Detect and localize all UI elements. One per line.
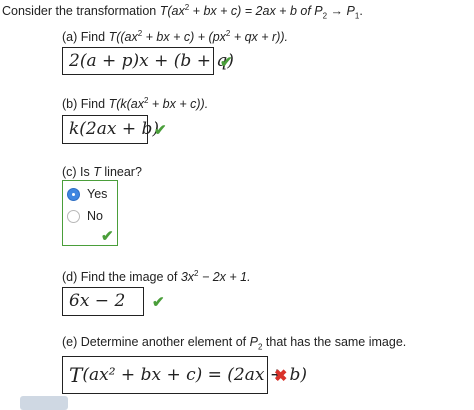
part-d-question: (d) Find the image of 3x2 − 2x + 1. — [62, 268, 251, 284]
submit-button[interactable] — [20, 396, 68, 410]
radio-option-yes[interactable]: Yes — [67, 187, 107, 201]
problem-statement: Consider the transformation T(ax2 + bx +… — [2, 2, 363, 21]
part-a-question: (a) Find T((ax2 + bx + c) + (px2 + qx + … — [62, 28, 289, 44]
part-e-answer-T: T — [69, 363, 83, 387]
radio-option-no[interactable]: No — [67, 209, 103, 223]
radio-no-icon[interactable] — [67, 209, 80, 223]
part-a-check-icon: ✔ — [220, 54, 233, 71]
radio-yes-selected-icon[interactable] — [67, 187, 80, 201]
part-a-answer-field[interactable]: 2(a + p)x + (b + q) — [62, 47, 234, 75]
part-b-question: (b) Find T(k(ax2 + bx + c)). — [62, 95, 209, 111]
part-d-check-icon: ✔ — [152, 294, 165, 311]
part-b-answer-field[interactable]: k(2ax + b) — [62, 115, 159, 144]
part-e-x-icon: ✖ — [274, 368, 288, 385]
part-c-check-icon: ✔ — [101, 228, 114, 245]
part-e-answer-field[interactable]: T (ax² + bx + c) = (2ax + b) — [62, 356, 307, 394]
part-b-answer-text: k(2ax + b) — [69, 119, 160, 139]
part-c-radio-group: Yes No ✔ — [62, 180, 118, 246]
part-c-question: (c) Is T linear? — [62, 165, 142, 179]
part-e-question: (e) Determine another element of P2 that… — [62, 335, 407, 352]
part-d-answer-text: 6x − 2 — [69, 291, 126, 311]
part-a-answer-text: 2(a + p)x + (b + q) — [69, 50, 234, 71]
part-b-check-icon: ✔ — [154, 122, 167, 139]
part-d-answer-field[interactable]: 6x − 2 — [62, 287, 144, 316]
